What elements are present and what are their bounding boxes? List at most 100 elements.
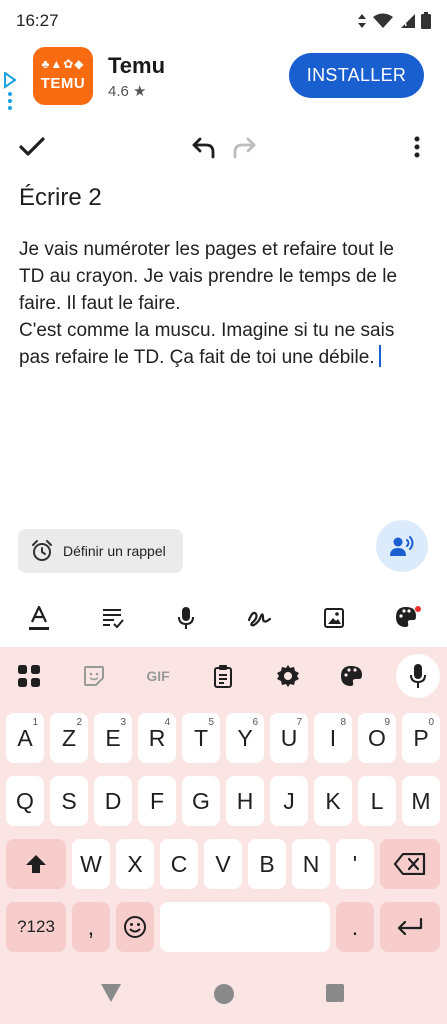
set-reminder-chip[interactable]: Définir un rappel [18,529,183,573]
key-r[interactable]: R4 [138,713,176,763]
gif-button[interactable]: GIF [141,659,175,693]
key-d[interactable]: D [94,776,132,826]
home-circle-icon[interactable] [213,983,235,1005]
text-format-icon [29,605,49,630]
key-label: O [368,724,386,751]
keyboard-voice-button[interactable] [396,654,440,698]
key-o[interactable]: O9 [358,713,396,763]
key-g[interactable]: G [182,776,220,826]
checklist-button[interactable] [98,603,128,633]
keyboard-theme-button[interactable] [335,659,369,693]
voice-input-button[interactable] [376,520,428,572]
key-l[interactable]: L [358,776,396,826]
key-v[interactable]: V [204,839,242,889]
key-i[interactable]: I8 [314,713,352,763]
note-title[interactable]: Écrire 2 [19,184,102,212]
key-n[interactable]: N [292,839,330,889]
key-c[interactable]: C [160,839,198,889]
key-hint: 7 [296,717,302,728]
temu-logo-symbols: ♣▲✿◆ [41,57,85,71]
undo-button[interactable] [188,131,220,163]
emoji-key[interactable] [116,902,154,952]
battery-icon [421,12,431,29]
recents-square-icon[interactable] [325,983,345,1003]
text-format-button[interactable] [24,603,54,633]
key-hint: 1 [32,717,38,728]
clipboard-button[interactable] [206,659,240,693]
note-body-text[interactable]: Je vais numéroter les pages et refaire t… [19,236,419,371]
clipboard-icon [214,665,232,688]
key-hint: 4 [164,717,170,728]
checklist-icon [103,609,124,628]
ad-choices-icon[interactable] [2,72,18,112]
period-key[interactable]: . [336,902,374,952]
temu-app-icon[interactable]: ♣▲✿◆ TEMU [33,47,93,105]
more-vert-icon [414,136,420,158]
dictation-button[interactable] [171,603,201,633]
key-q[interactable]: Q [6,776,44,826]
key-z[interactable]: Z2 [50,713,88,763]
key-h[interactable]: H [226,776,264,826]
sticker-icon [84,666,104,686]
drawing-button[interactable] [244,603,274,633]
key-a[interactable]: A1 [6,713,44,763]
key-label: Y [237,724,253,751]
done-check-button[interactable] [16,131,48,163]
check-icon [19,137,45,156]
handwriting-icon [247,611,271,627]
soft-keyboard: GIF A1 Z2 E3 R4 T5 Y6 U7 I8 O9 P0 Q S D [0,647,447,963]
key-p[interactable]: P0 [402,713,440,763]
key-u[interactable]: U7 [270,713,308,763]
theme-palette-button[interactable] [393,603,423,633]
backspace-key[interactable] [380,839,440,889]
key-f[interactable]: F [138,776,176,826]
redo-button[interactable] [228,131,260,163]
key-label: I [329,724,337,751]
space-bar[interactable] [160,902,330,952]
key-s[interactable]: S [50,776,88,826]
palette-icon [396,606,421,627]
keyboard-settings-button[interactable] [271,659,305,693]
image-icon [324,608,344,628]
key-hint: 6 [252,717,258,728]
emoji-smiley-icon [124,916,146,938]
shift-arrow-icon [26,855,46,873]
key-label: A [17,724,33,751]
key-hint: 0 [428,717,434,728]
data-arrows-icon [358,13,366,28]
key-hint: 8 [340,717,346,728]
key-m[interactable]: M [402,776,440,826]
more-options-button[interactable] [401,131,433,163]
key-label: P [413,724,429,751]
sticker-button[interactable] [77,659,111,693]
palette-icon [341,666,362,686]
key-w[interactable]: W [72,839,110,889]
key-e[interactable]: E3 [94,713,132,763]
key-t[interactable]: T5 [182,713,220,763]
key-hint: 9 [384,717,390,728]
key-b[interactable]: B [248,839,286,889]
enter-key[interactable] [380,902,440,952]
key-apostrophe[interactable]: ' [336,839,374,889]
system-nav-bar [0,963,447,1024]
microphone-icon [410,664,426,688]
enter-arrow-icon [397,918,423,936]
apps-grid-icon [18,665,40,687]
install-button[interactable]: INSTALLER [289,53,424,98]
keyboard-apps-button[interactable] [12,659,46,693]
key-j[interactable]: J [270,776,308,826]
ad-app-name[interactable]: Temu [108,53,165,79]
microphone-icon [178,607,194,629]
status-bar: 16:27 [0,0,447,40]
key-y[interactable]: Y6 [226,713,264,763]
ad-banner[interactable]: ♣▲✿◆ TEMU Temu 4.6 ★ INSTALLER [0,40,447,112]
temu-logo-text: TEMU [40,75,86,92]
key-x[interactable]: X [116,839,154,889]
image-button[interactable] [319,603,349,633]
symbols-key[interactable]: ?123 [6,902,66,952]
comma-key[interactable]: , [72,902,110,952]
shift-key[interactable] [6,839,66,889]
key-k[interactable]: K [314,776,352,826]
status-time: 16:27 [16,11,59,30]
back-triangle-icon[interactable] [100,983,122,1003]
